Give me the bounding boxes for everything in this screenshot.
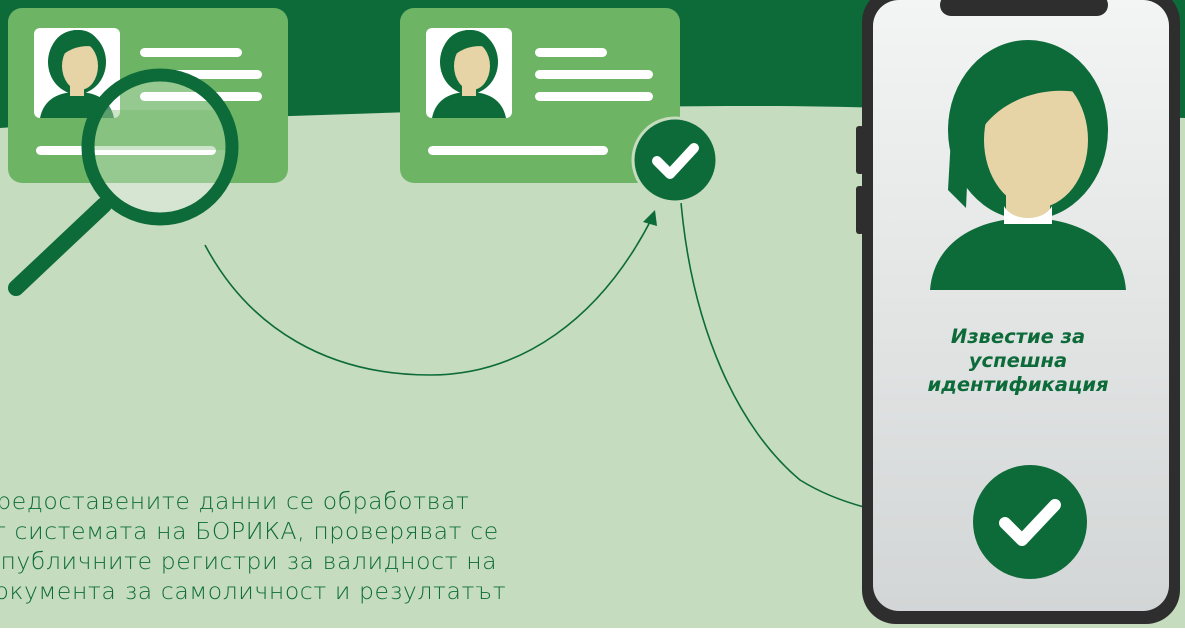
check-icon — [631, 116, 719, 204]
notification-line-2: успешна — [968, 349, 1068, 372]
description-line-4: документа за самоличност и резултатът — [0, 577, 507, 605]
notification-line-3: идентификация — [927, 373, 1109, 396]
description-line-3: в публичните регистри за валидност на — [0, 547, 498, 575]
notification-text: Известие за успешна идентификация — [892, 325, 1144, 397]
illustration: Известие за успешна идентификация Предос… — [0, 0, 1185, 628]
description-line-2: от системата на БОРИКА, проверяват се — [0, 517, 499, 545]
notification-line-1: Известие за — [950, 325, 1086, 348]
description-text: Предоставените данни се обработват от си… — [0, 486, 738, 606]
description-line-1: Предоставените данни се обработват — [0, 487, 470, 515]
phone-check-icon — [973, 465, 1087, 579]
